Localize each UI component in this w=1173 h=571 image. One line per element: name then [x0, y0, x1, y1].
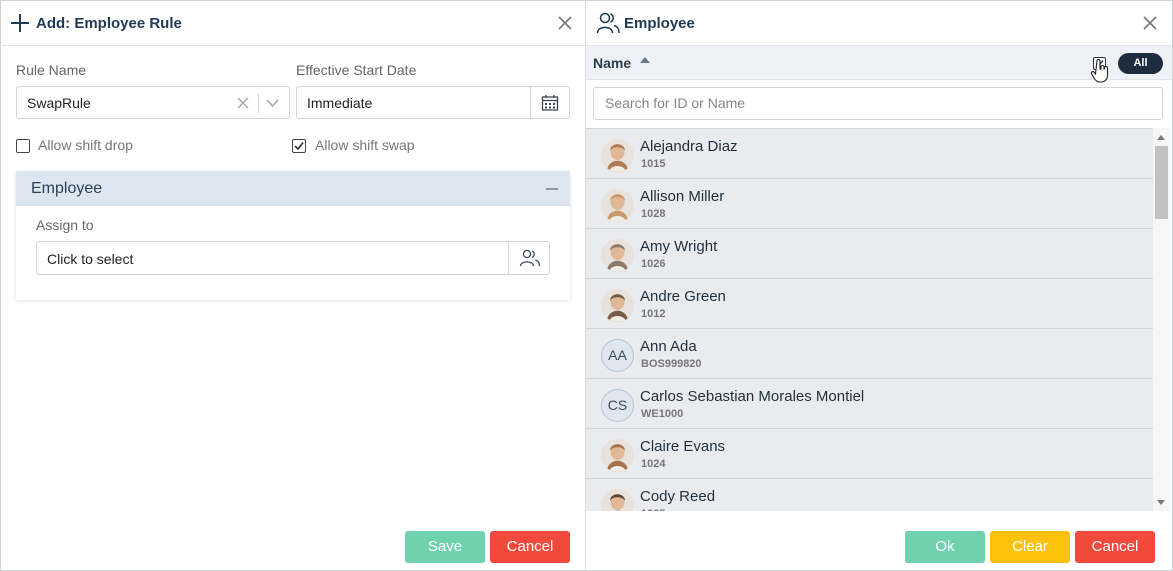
employee-name: Ann Ada	[640, 338, 697, 355]
avatar: CS	[601, 389, 634, 422]
add-rule-header: Add: Employee Rule	[0, 0, 585, 46]
effective-start-label: Effective Start Date	[296, 62, 417, 78]
employee-section: Employee Assign to Click to select	[16, 171, 570, 300]
employee-picker-panel: Employee Name All Search for ID or Name …	[586, 0, 1172, 571]
add-rule-title: Add: Employee Rule	[36, 15, 182, 32]
employee-name: Alejandra Diaz	[640, 138, 738, 155]
allow-shift-swap-label: Allow shift swap	[315, 137, 415, 153]
employee-section-title: Employee	[31, 180, 103, 197]
list-item[interactable]: Cody Reed 1025	[586, 479, 1153, 511]
list-item[interactable]: CS Carlos Sebastian Morales Montiel WE1000	[586, 379, 1153, 429]
scroll-down-icon[interactable]	[1157, 500, 1165, 505]
allow-shift-drop-checkbox[interactable]	[16, 139, 30, 153]
avatar: AA	[601, 339, 634, 372]
allow-shift-swap-checkbox[interactable]	[292, 139, 306, 153]
employee-id: WE1000	[641, 408, 684, 420]
add-rule-panel: Add: Employee Rule Rule Name SwapRule Ef…	[0, 0, 586, 571]
employee-list: Alejandra Diaz 1015 Allison Miller 1028 Amy …	[586, 128, 1153, 511]
save-button[interactable]: Save	[405, 531, 485, 563]
employee-id: 1028	[641, 208, 666, 220]
employee-id: 1015	[641, 158, 666, 170]
avatar	[601, 139, 634, 172]
list-item[interactable]: Claire Evans 1024	[586, 429, 1153, 479]
avatar	[601, 239, 634, 272]
sort-name-column[interactable]: Name	[593, 55, 631, 71]
list-scrollbar-thumb[interactable]	[1155, 146, 1168, 219]
avatar	[601, 489, 634, 511]
employee-picker-title: Employee	[624, 15, 695, 32]
avatar	[601, 439, 634, 472]
avatar	[601, 289, 634, 322]
clear-icon[interactable]	[237, 97, 249, 109]
employee-name: Claire Evans	[640, 438, 726, 455]
close-icon[interactable]	[1142, 15, 1158, 31]
assign-to-label: Assign to	[36, 217, 94, 233]
combobox-divider	[258, 94, 259, 113]
cancel-button[interactable]: Cancel	[490, 531, 570, 563]
employee-section-header[interactable]: Employee	[16, 171, 570, 206]
allow-shift-drop-label: Allow shift drop	[38, 137, 133, 153]
employee-name: Cody Reed	[640, 488, 716, 505]
date-divider	[530, 87, 531, 118]
employee-name: Carlos Sebastian Morales Montiel	[640, 388, 865, 405]
sort-ascending-icon[interactable]	[640, 57, 650, 63]
employee-id: BOS999820	[641, 358, 702, 370]
rule-name-value: SwapRule	[27, 95, 91, 111]
list-item[interactable]: Andre Green 1012	[586, 279, 1153, 329]
avatar	[601, 189, 634, 222]
all-toggle-button[interactable]: All	[1118, 53, 1163, 74]
cancel-button[interactable]: Cancel	[1075, 531, 1155, 563]
employee-id: 1012	[641, 308, 666, 320]
assign-to-field[interactable]: Click to select	[36, 241, 550, 275]
list-item[interactable]: Alejandra Diaz 1015	[586, 129, 1153, 179]
employee-name: Andre Green	[640, 288, 726, 305]
list-item[interactable]: AA Ann Ada BOS999820	[586, 329, 1153, 379]
users-icon[interactable]	[519, 249, 541, 267]
clear-button[interactable]: Clear	[990, 531, 1070, 563]
employee-search-input[interactable]: Search for ID or Name	[593, 87, 1163, 120]
chevron-down-icon[interactable]	[266, 99, 279, 108]
sort-bar: Name	[586, 46, 1172, 83]
assign-to-placeholder: Click to select	[47, 251, 134, 267]
users-icon	[596, 12, 620, 34]
plus-icon	[11, 14, 29, 32]
employee-name: Allison Miller	[640, 188, 725, 205]
ok-button[interactable]: Ok	[905, 531, 985, 563]
hand-cursor-icon	[1090, 59, 1109, 83]
effective-start-value: Immediate	[307, 95, 373, 111]
rule-name-label: Rule Name	[16, 62, 87, 78]
calendar-icon[interactable]	[541, 94, 559, 112]
list-item[interactable]: Allison Miller 1028	[586, 179, 1153, 229]
employee-name: Amy Wright	[640, 238, 718, 255]
assign-divider	[508, 242, 509, 274]
rule-name-combobox[interactable]: SwapRule	[16, 86, 290, 119]
employee-id: 1026	[641, 258, 666, 270]
employee-id: 1025	[641, 508, 665, 511]
effective-start-field[interactable]: Immediate	[296, 86, 570, 119]
checkmark-icon	[294, 142, 304, 151]
collapse-icon[interactable]	[546, 188, 558, 190]
list-item[interactable]: Amy Wright 1026	[586, 229, 1153, 279]
close-icon[interactable]	[557, 15, 573, 31]
employee-id: 1024	[641, 458, 666, 470]
employee-picker-header: Employee	[586, 0, 1172, 46]
scroll-up-icon[interactable]	[1157, 135, 1165, 140]
